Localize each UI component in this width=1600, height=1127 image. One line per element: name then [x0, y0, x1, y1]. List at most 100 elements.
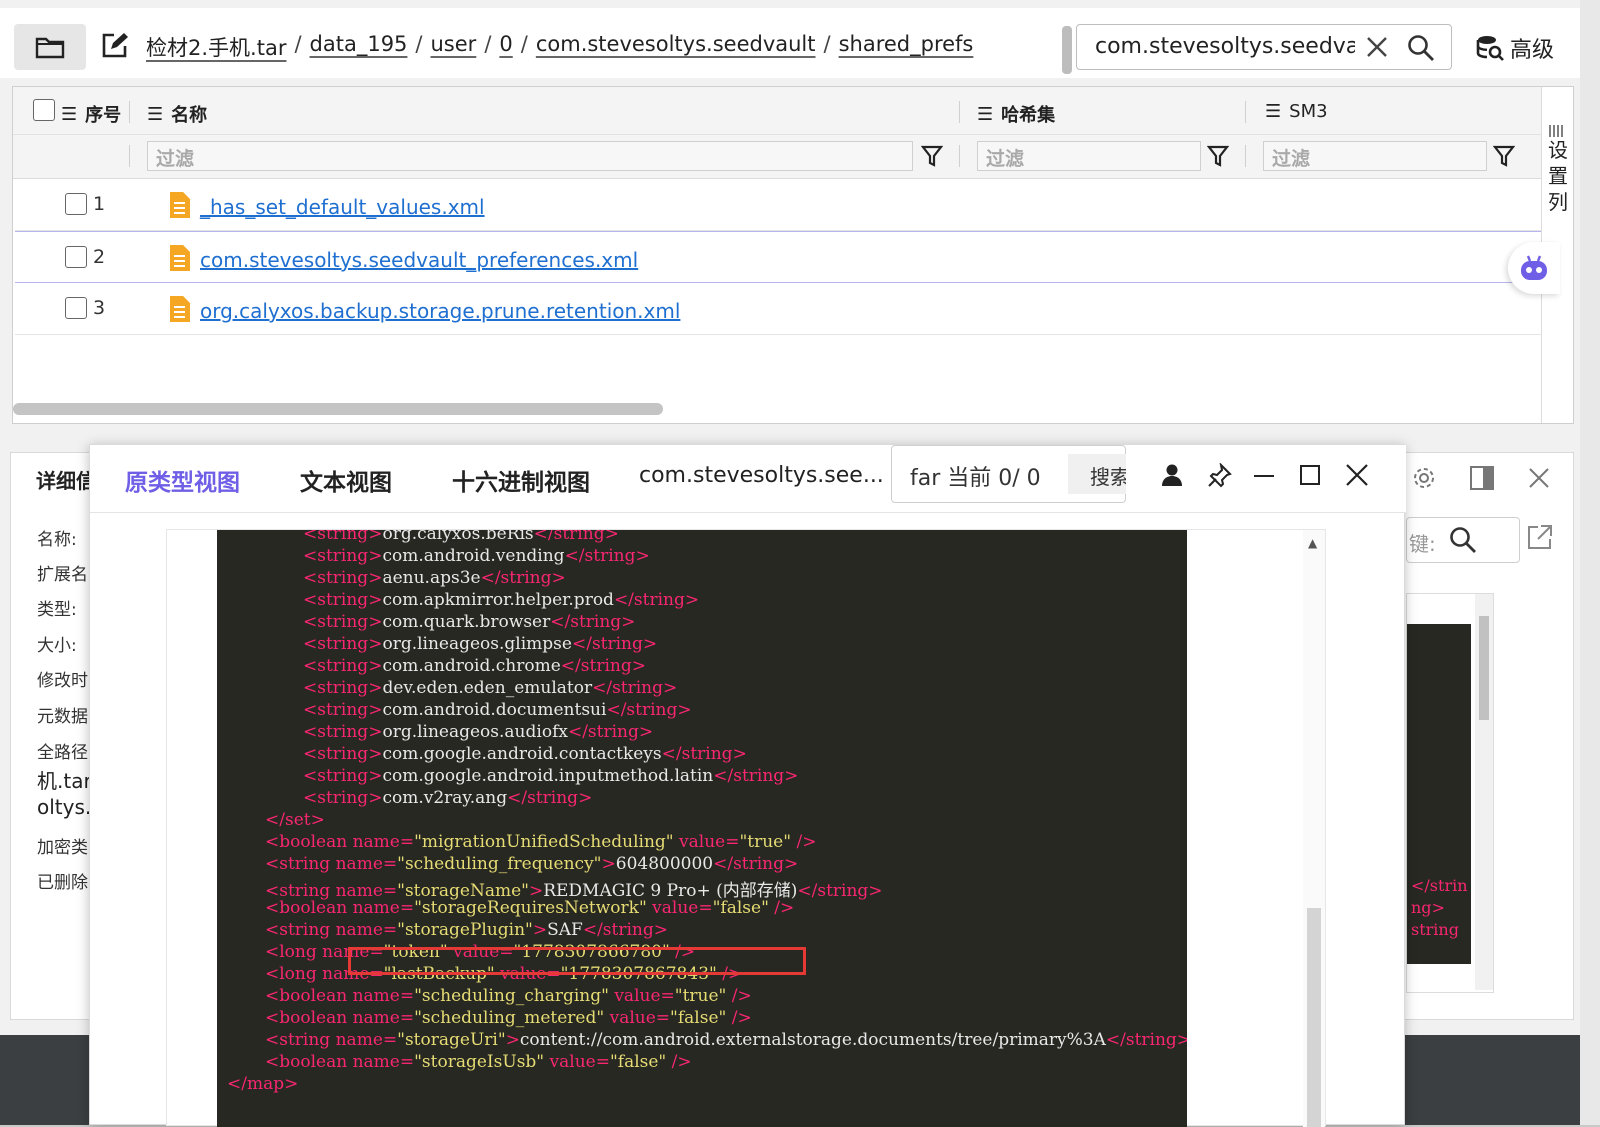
code-line: <boolean name="scheduling_metered" value… — [265, 1008, 752, 1028]
code-line: <string>com.android.chrome</string> — [303, 656, 646, 676]
search-icon[interactable] — [1449, 526, 1477, 554]
breadcrumb-item[interactable]: 检材2.手机.tar — [146, 32, 286, 62]
user-icon[interactable] — [1161, 463, 1183, 487]
select-all-checkbox[interactable] — [33, 99, 55, 121]
table-row[interactable]: 3 org.calyxos.backup.storage.prune.reten… — [15, 283, 1541, 335]
edit-path-button[interactable] — [96, 28, 132, 64]
file-name-link[interactable]: org.calyxos.backup.storage.prune.retenti… — [200, 299, 680, 323]
details-search-hint: 键: — [1409, 532, 1436, 556]
breadcrumb: 检材2.手机.tar / data_195/ user/ 0/ com.steve… — [146, 32, 974, 62]
filter-icon[interactable] — [921, 144, 943, 168]
code-fragment: </strin — [1411, 876, 1468, 895]
external-open-icon[interactable] — [1526, 523, 1554, 551]
close-icon[interactable] — [1345, 463, 1369, 487]
code-line: <boolean name="migrationUnifiedSchedulin… — [265, 832, 817, 852]
breadcrumb-item[interactable]: 0 — [499, 32, 512, 62]
file-name-link[interactable]: com.stevesoltys.seedvault_preferences.xm… — [200, 248, 638, 272]
search-input[interactable]: com.stevesoltys.seedva — [1076, 24, 1452, 70]
row-checkbox[interactable] — [65, 297, 87, 319]
breadcrumb-item[interactable]: user — [431, 32, 477, 62]
file-viewer-dialog: 原类型视图 文本视图 十六进制视图 com.stevesoltys.see...… — [89, 444, 1406, 1127]
breadcrumb-item[interactable]: data_195 — [310, 32, 408, 62]
vertical-scrollbar[interactable] — [1475, 594, 1493, 990]
xml-code-block: <string>org.calyxos.beRis</string> <strin… — [217, 530, 1187, 1127]
detail-label: 扩展名 — [37, 565, 88, 585]
search-resize-handle[interactable] — [1062, 26, 1072, 74]
code-line: <string name="storageUri">content://com.… — [265, 1030, 1187, 1050]
code-line: <string>com.android.vending</string> — [303, 546, 650, 566]
folder-button[interactable] — [14, 24, 86, 70]
table-header: ☰ 序号 ☰ 名称 ☰ 哈希集 ☰ SM3 — [13, 87, 1541, 135]
table-row[interactable]: 2 com.stevesoltys.seedvault_preferences.… — [15, 231, 1541, 283]
scroll-thumb[interactable] — [1307, 908, 1321, 1127]
column-header-hashset[interactable]: ☰ 哈希集 — [977, 101, 1055, 127]
code-line: <string name="scheduling_frequency">6048… — [265, 854, 799, 874]
xml-file-icon — [170, 245, 190, 271]
detail-label: 全路径 — [37, 743, 88, 763]
filter-row: 过滤 过滤 过滤 — [13, 135, 1541, 179]
code-line: <string name="storagePlugin">SAF</string… — [265, 920, 668, 940]
dialog-header[interactable]: 原类型视图 文本视图 十六进制视图 com.stevesoltys.see...… — [90, 445, 1406, 513]
gear-icon[interactable] — [1411, 465, 1437, 491]
scroll-up-arrow[interactable]: ▲ — [1308, 536, 1317, 550]
dialog-search-button[interactable]: 搜索 — [1068, 454, 1126, 494]
column-header-name[interactable]: ☰ 名称 — [147, 101, 207, 127]
code-line: <string>com.android.documentsui</string> — [303, 700, 692, 720]
search-value: com.stevesoltys.seedva — [1095, 34, 1355, 59]
split-view-icon[interactable] — [1469, 465, 1495, 491]
breadcrumb-item[interactable]: com.stevesoltys.seedvault — [536, 32, 816, 62]
dialog-search-box[interactable]: far 当前 0/ 0 搜索 — [891, 445, 1126, 503]
advanced-search-button[interactable]: 高级 — [1476, 32, 1554, 64]
filter-icon[interactable] — [1207, 144, 1229, 168]
code-line: <string>aenu.aps3e</string> — [303, 568, 566, 588]
row-number: 1 — [93, 193, 106, 215]
code-viewer: <string>org.calyxos.beRis</string> <strin… — [166, 529, 1326, 1127]
clear-icon[interactable] — [1365, 35, 1389, 59]
breadcrumb-item[interactable]: shared_prefs — [839, 32, 974, 62]
row-number: 3 — [93, 297, 106, 319]
code-line: </map> — [227, 1074, 299, 1094]
detail-label: 已删除 — [37, 873, 88, 893]
code-line: <string>org.calyxos.beRis</string> — [303, 530, 619, 544]
code-line: <string>com.v2ray.ang</string> — [303, 788, 593, 808]
maximize-icon[interactable] — [1299, 463, 1321, 487]
tab-native-view[interactable]: 原类型视图 — [125, 463, 240, 497]
columns-icon — [1549, 125, 1563, 137]
horizontal-scrollbar[interactable] — [13, 403, 663, 415]
code-line: <string name="storageName">REDMAGIC 9 Pr… — [265, 881, 883, 901]
code-line: <boolean name="scheduling_charging" valu… — [265, 986, 752, 1006]
advanced-label: 高级 — [1510, 38, 1555, 63]
code-line: <string>org.lineageos.audiofx</string> — [303, 722, 654, 742]
vertical-scrollbar[interactable]: ▲ — [1303, 530, 1325, 1127]
assistant-button[interactable] — [1508, 242, 1560, 294]
file-name-link[interactable]: _has_set_default_values.xml — [200, 195, 485, 219]
code-line: <string>org.lineageos.glimpse</string> — [303, 634, 658, 654]
tab-hex-view[interactable]: 十六进制视图 — [452, 463, 590, 497]
row-checkbox[interactable] — [65, 246, 87, 268]
tab-text-view[interactable]: 文本视图 — [300, 463, 392, 497]
minimize-icon[interactable] — [1253, 463, 1275, 487]
details-code-preview: </strin ng> string — [1406, 593, 1494, 993]
search-icon[interactable] — [1407, 34, 1435, 62]
detail-label: 大小: — [37, 636, 77, 656]
hashset-filter-input[interactable]: 过滤 — [977, 141, 1201, 171]
list-icon: ☰ — [147, 103, 164, 125]
dialog-file-title: com.stevesoltys.see... — [639, 463, 884, 488]
file-table: ☰ 序号 ☰ 名称 ☰ 哈希集 ☰ SM3 过滤 过滤 过滤 1 _has_set_de… — [12, 86, 1574, 424]
close-icon[interactable] — [1527, 466, 1551, 490]
column-header-index[interactable]: ☰ 序号 — [61, 101, 121, 127]
details-toolbar — [1411, 465, 1551, 491]
detail-value: 机.tar — [37, 769, 92, 793]
code-line: <string>com.google.android.inputmethod.l… — [303, 766, 799, 786]
row-checkbox[interactable] — [65, 193, 87, 215]
pin-icon[interactable] — [1206, 463, 1232, 489]
sm3-filter-input[interactable]: 过滤 — [1263, 141, 1487, 171]
column-header-sm3[interactable]: ☰ SM3 — [1265, 101, 1328, 122]
details-title: 详细信 — [36, 469, 96, 493]
details-search-input[interactable]: 键: — [1406, 517, 1520, 563]
name-filter-input[interactable]: 过滤 — [147, 141, 913, 171]
filter-icon[interactable] — [1493, 144, 1515, 168]
code-line: <string>com.apkmirror.helper.prod</strin… — [303, 590, 700, 610]
table-row[interactable]: 1 _has_set_default_values.xml — [15, 179, 1541, 231]
code-line: </set> — [265, 810, 325, 830]
